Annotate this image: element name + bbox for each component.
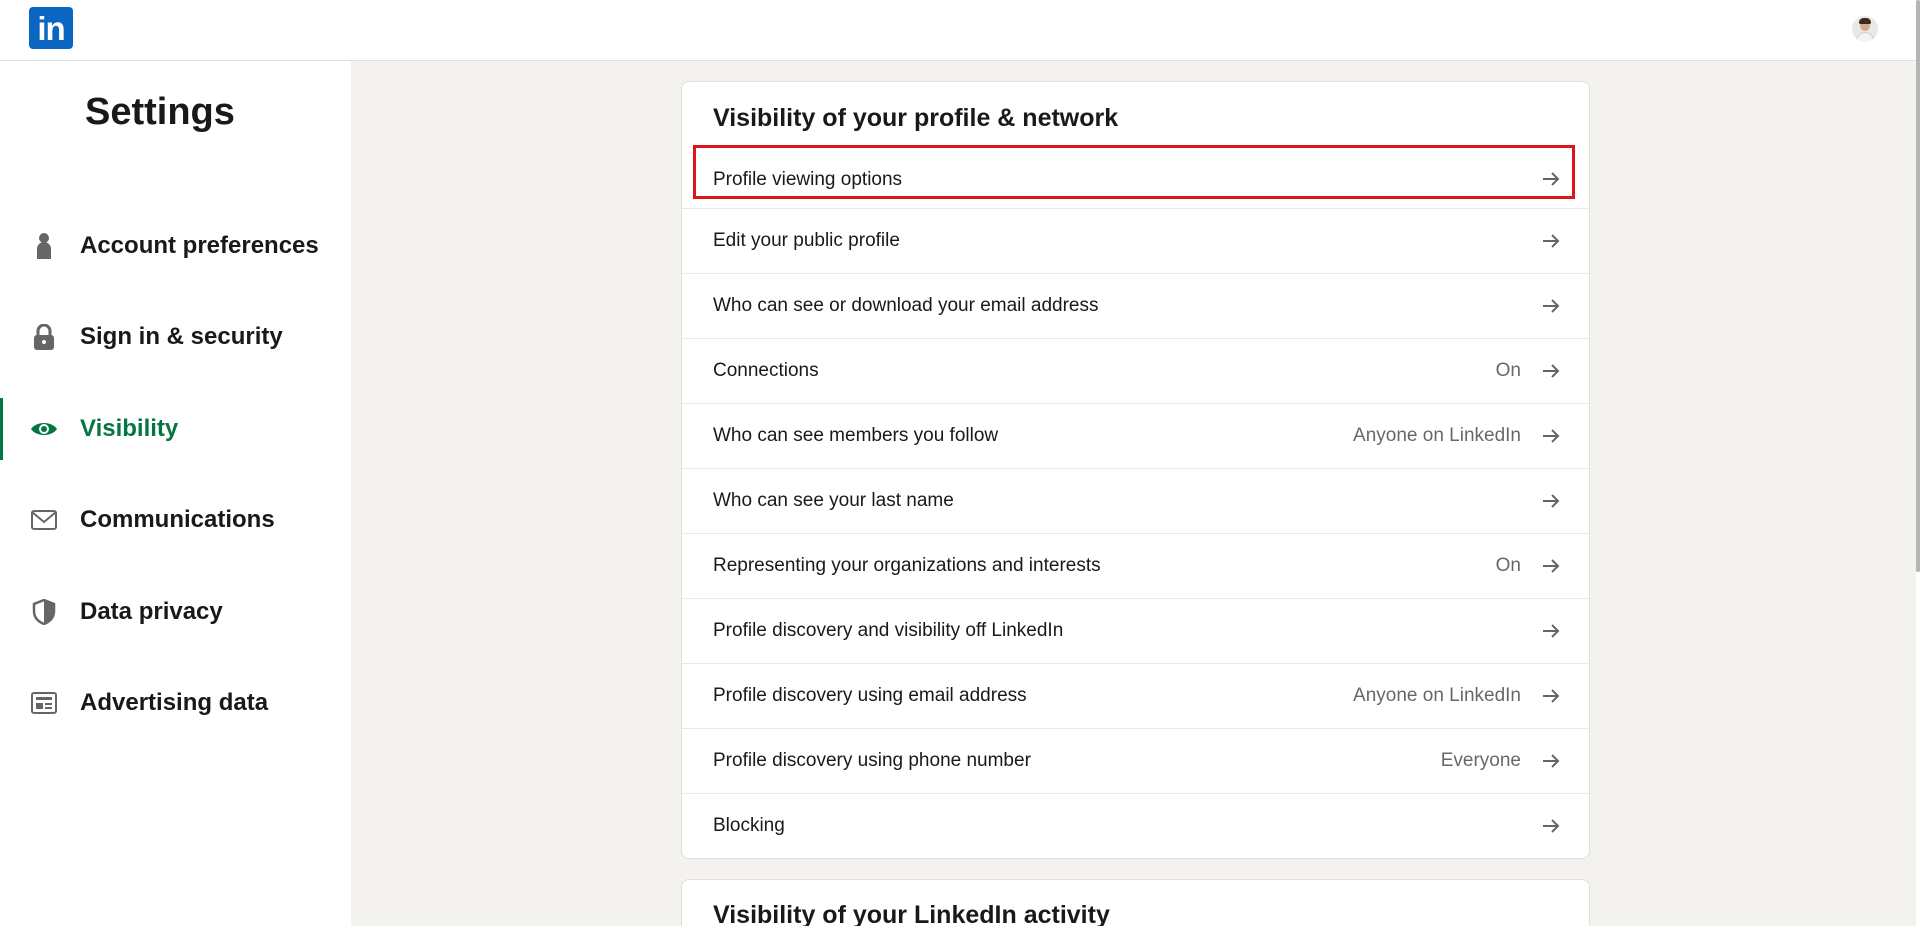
setting-value: On	[1495, 360, 1521, 381]
page-scrollbar[interactable]	[1916, 0, 1920, 926]
sidebar-item-communications[interactable]: Communications	[0, 489, 351, 551]
sidebar-item-label: Communications	[80, 506, 275, 533]
arrow-right-icon	[1543, 299, 1560, 313]
setting-label: Profile viewing options	[713, 168, 903, 190]
linkedin-logo[interactable]: in	[29, 7, 73, 49]
profile-avatar[interactable]	[1852, 16, 1878, 42]
setting-row-blocking[interactable]: Blocking	[682, 793, 1589, 858]
person-icon	[30, 232, 58, 260]
sidebar-item-visibility[interactable]: Visibility	[0, 398, 351, 460]
setting-label: Profile discovery using email address	[713, 685, 1027, 706]
sidebar-item-label: Data privacy	[80, 598, 223, 625]
arrow-right-icon	[1543, 559, 1560, 573]
setting-label: Connections	[713, 360, 819, 381]
ad-newspaper-icon	[30, 689, 58, 717]
setting-row-last-name[interactable]: Who can see your last name	[682, 468, 1589, 533]
lock-icon	[30, 323, 58, 351]
setting-label: Representing your organizations and inte…	[713, 555, 1101, 576]
arrow-right-icon	[1543, 172, 1560, 186]
setting-row-discovery-email[interactable]: Profile discovery using email address An…	[682, 663, 1589, 728]
sidebar-item-label: Visibility	[80, 415, 179, 442]
arrow-right-icon	[1543, 494, 1560, 508]
setting-value: Anyone on LinkedIn	[1353, 425, 1521, 446]
setting-value: Everyone	[1440, 750, 1521, 771]
arrow-right-icon	[1543, 364, 1560, 378]
sidebar-item-label: Sign in & security	[80, 323, 283, 350]
arrow-right-icon	[1543, 624, 1560, 638]
eye-icon	[30, 415, 58, 443]
setting-row-members-you-follow[interactable]: Who can see members you follow Anyone on…	[682, 403, 1589, 468]
setting-label: Who can see members you follow	[713, 425, 999, 446]
setting-label: Profile discovery and visibility off Lin…	[713, 620, 1064, 641]
sidebar-item-label: Advertising data	[80, 689, 269, 716]
arrow-right-icon	[1543, 234, 1560, 248]
setting-label: Profile discovery using phone number	[713, 750, 1031, 771]
setting-row-edit-public-profile[interactable]: Edit your public profile	[682, 208, 1589, 273]
setting-row-organizations-interests[interactable]: Representing your organizations and inte…	[682, 533, 1589, 598]
setting-row-email-visibility[interactable]: Who can see or download your email addre…	[682, 273, 1589, 338]
section-title: Visibility of your LinkedIn activity	[713, 901, 1110, 926]
sidebar-item-sign-in-security[interactable]: Sign in & security	[0, 306, 351, 368]
arrow-right-icon	[1543, 819, 1560, 833]
envelope-icon	[30, 506, 58, 534]
setting-label: Edit your public profile	[713, 230, 900, 251]
setting-value: On	[1495, 555, 1521, 576]
visibility-linkedin-activity-card: Visibility of your LinkedIn activity	[681, 879, 1590, 926]
setting-row-profile-viewing-options[interactable]: Profile viewing options	[682, 145, 1589, 212]
setting-label: Who can see or download your email addre…	[713, 295, 1099, 316]
setting-label: Who can see your last name	[713, 490, 954, 511]
top-bar: in	[0, 0, 1916, 61]
visibility-profile-network-card: Visibility of your profile & network Pro…	[681, 81, 1590, 859]
setting-row-connections[interactable]: Connections On	[682, 338, 1589, 403]
arrow-right-icon	[1543, 754, 1560, 768]
setting-label: Blocking	[713, 815, 785, 836]
arrow-right-icon	[1543, 429, 1560, 443]
setting-row-discovery-phone[interactable]: Profile discovery using phone number Eve…	[682, 728, 1589, 793]
shield-icon	[30, 598, 58, 626]
arrow-right-icon	[1543, 689, 1560, 703]
setting-row-discovery-off-linkedin[interactable]: Profile discovery and visibility off Lin…	[682, 598, 1589, 663]
sidebar-item-account-preferences[interactable]: Account preferences	[0, 215, 351, 277]
section-title: Visibility of your profile & network	[713, 104, 1119, 132]
sidebar-item-data-privacy[interactable]: Data privacy	[0, 581, 351, 643]
setting-value: Anyone on LinkedIn	[1353, 685, 1521, 706]
scrollbar-thumb[interactable]	[1916, 0, 1920, 572]
sidebar-item-label: Account preferences	[80, 232, 319, 259]
settings-sidebar: Settings Account preferences Sign in & s…	[0, 61, 351, 926]
sidebar-item-advertising-data[interactable]: Advertising data	[0, 672, 351, 734]
page-title: Settings	[85, 91, 235, 133]
